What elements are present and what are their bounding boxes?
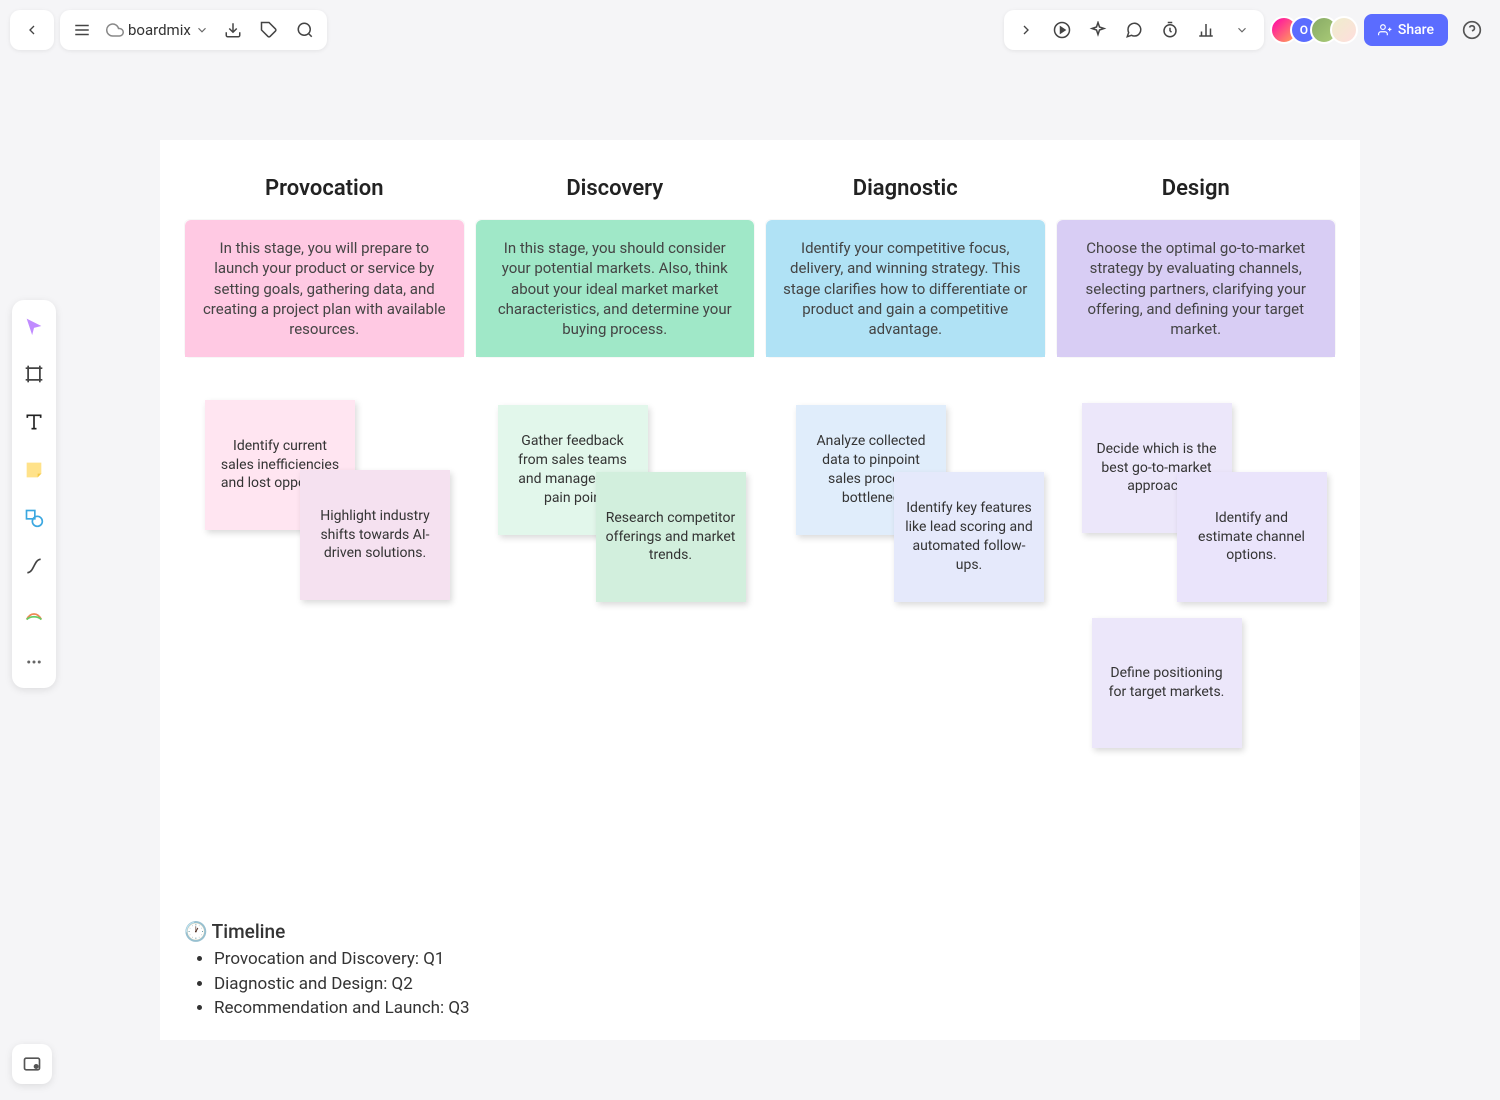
- board-title: boardmix: [128, 21, 191, 39]
- menu-button[interactable]: [64, 12, 100, 48]
- avatar[interactable]: [1330, 16, 1358, 44]
- select-tool[interactable]: [16, 308, 52, 344]
- download-button[interactable]: [215, 12, 251, 48]
- timer-button[interactable]: [1152, 12, 1188, 48]
- column-description: Choose the optimal go-to-market strategy…: [1057, 220, 1336, 357]
- more-tools[interactable]: [16, 644, 52, 680]
- sticky-note[interactable]: Identify and estimate channel options.: [1177, 472, 1327, 602]
- sticky-note[interactable]: Define positioning for target markets.: [1092, 618, 1242, 748]
- column-title: Diagnostic: [765, 140, 1046, 219]
- present-button[interactable]: [1044, 12, 1080, 48]
- column-title: Provocation: [184, 140, 465, 219]
- pen-tool[interactable]: [16, 596, 52, 632]
- more-button[interactable]: [1224, 12, 1260, 48]
- search-button[interactable]: [287, 12, 323, 48]
- sticky-note[interactable]: Research competitor offerings and market…: [596, 472, 746, 602]
- tool-sidebar: [12, 300, 56, 688]
- timeline-item: Diagnostic and Design: Q2: [214, 972, 470, 997]
- tag-button[interactable]: [251, 12, 287, 48]
- column-title: Design: [1056, 140, 1337, 219]
- chart-button[interactable]: [1188, 12, 1224, 48]
- sticky-note-tool[interactable]: [16, 452, 52, 488]
- board-title-dropdown[interactable]: boardmix: [100, 21, 215, 39]
- timeline-item: Recommendation and Launch: Q3: [214, 996, 470, 1021]
- chevron-down-icon: [195, 23, 209, 37]
- comment-button[interactable]: [1116, 12, 1152, 48]
- shape-tool[interactable]: [16, 500, 52, 536]
- collaborator-avatars[interactable]: O: [1270, 16, 1358, 44]
- share-label: Share: [1398, 22, 1434, 38]
- back-button[interactable]: [14, 12, 50, 48]
- minimap-button[interactable]: [12, 1044, 52, 1084]
- share-button[interactable]: Share: [1364, 14, 1448, 46]
- connector-tool[interactable]: [16, 548, 52, 584]
- share-icon: [1378, 23, 1392, 37]
- cloud-icon: [106, 21, 124, 39]
- clock-icon: 🕐: [184, 920, 208, 943]
- help-button[interactable]: [1454, 12, 1490, 48]
- column-description: In this stage, you should consider your …: [476, 220, 755, 357]
- sticky-note[interactable]: Highlight industry shifts towards AI-dri…: [300, 470, 450, 600]
- sparkle-button[interactable]: [1080, 12, 1116, 48]
- column-description: In this stage, you will prepare to launc…: [185, 220, 464, 357]
- expand-button[interactable]: [1008, 12, 1044, 48]
- column-description: Identify your competitive focus, deliver…: [766, 220, 1045, 357]
- text-tool[interactable]: [16, 404, 52, 440]
- timeline-section[interactable]: 🕐 Timeline Provocation and Discovery: Q1…: [184, 920, 470, 1021]
- timeline-item: Provocation and Discovery: Q1: [214, 947, 470, 972]
- column-title: Discovery: [475, 140, 756, 219]
- canvas-frame[interactable]: ProvocationIn this stage, you will prepa…: [160, 140, 1360, 1040]
- frame-tool[interactable]: [16, 356, 52, 392]
- column-provocation[interactable]: ProvocationIn this stage, you will prepa…: [184, 140, 465, 358]
- sticky-note[interactable]: Identify key features like lead scoring …: [894, 472, 1044, 602]
- timeline-title: Timeline: [212, 920, 286, 943]
- column-diagnostic[interactable]: DiagnosticIdentify your competitive focu…: [765, 140, 1046, 358]
- column-discovery[interactable]: DiscoveryIn this stage, you should consi…: [475, 140, 756, 358]
- column-design[interactable]: DesignChoose the optimal go-to-market st…: [1056, 140, 1337, 358]
